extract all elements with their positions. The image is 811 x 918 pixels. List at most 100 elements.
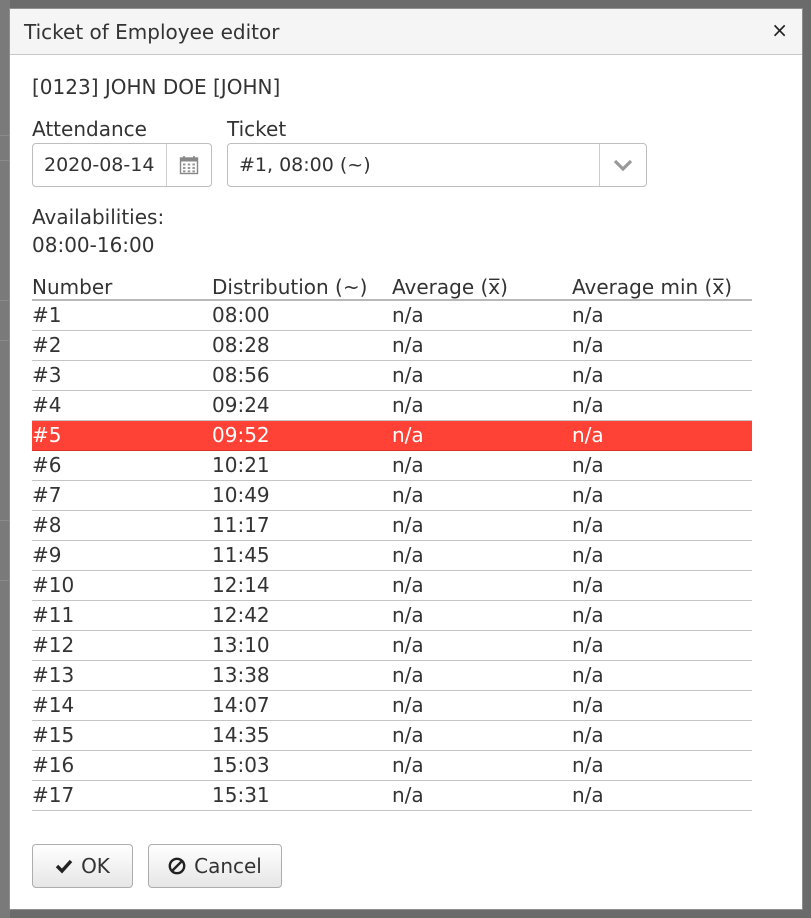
cell-distribution: 13:10: [212, 633, 270, 657]
cell-average-min: n/a: [572, 303, 604, 327]
dialog-header: Ticket of Employee editor ×: [10, 9, 802, 55]
table-row[interactable]: #4 09:24 n/a n/a: [32, 391, 752, 421]
cell-average: n/a: [392, 393, 424, 417]
table-row[interactable]: #14 14:07 n/a n/a: [32, 691, 752, 721]
cell-average-min: n/a: [572, 513, 604, 537]
cell-distribution: 09:52: [212, 423, 270, 447]
cell-distribution: 10:49: [212, 483, 270, 507]
ban-icon: [168, 857, 186, 875]
distribution-table: Number Distribution (~) Average (x̅) Ave…: [32, 273, 752, 811]
table-row[interactable]: #12 13:10 n/a n/a: [32, 631, 752, 661]
table-row[interactable]: #7 10:49 n/a n/a: [32, 481, 752, 511]
cell-average: n/a: [392, 513, 424, 537]
cell-distribution: 15:03: [212, 753, 270, 777]
cell-average-min: n/a: [572, 693, 604, 717]
cell-number: #10: [32, 573, 75, 597]
cell-average: n/a: [392, 363, 424, 387]
calendar-button[interactable]: [166, 144, 211, 186]
ticket-label: Ticket: [227, 117, 287, 141]
close-icon[interactable]: ×: [771, 18, 788, 42]
cell-distribution: 08:56: [212, 363, 270, 387]
cell-distribution: 13:38: [212, 663, 270, 687]
cell-average: n/a: [392, 633, 424, 657]
cell-number: #3: [32, 363, 62, 387]
cell-distribution: 14:35: [212, 723, 270, 747]
ok-button[interactable]: OK: [32, 844, 133, 888]
ticket-select[interactable]: #1, 08:00 (~): [227, 143, 647, 187]
cell-average-min: n/a: [572, 363, 604, 387]
cell-distribution: 14:07: [212, 693, 270, 717]
table-row[interactable]: #6 10:21 n/a n/a: [32, 451, 752, 481]
table-row-selected[interactable]: #5 09:52 n/a n/a: [32, 421, 752, 451]
cell-distribution: 08:28: [212, 333, 270, 357]
table-row[interactable]: #9 11:45 n/a n/a: [32, 541, 752, 571]
cell-distribution: 12:42: [212, 603, 270, 627]
header-number: Number: [32, 275, 113, 299]
cell-average-min: n/a: [572, 543, 604, 567]
dialog-title: Ticket of Employee editor: [24, 20, 280, 44]
cell-average: n/a: [392, 723, 424, 747]
cell-distribution: 10:21: [212, 453, 270, 477]
attendance-date-field[interactable]: 2020-08-14: [32, 143, 212, 187]
cell-average-min: n/a: [572, 333, 604, 357]
cancel-button-label: Cancel: [194, 854, 262, 878]
cell-average-min: n/a: [572, 603, 604, 627]
cancel-button[interactable]: Cancel: [148, 844, 282, 888]
table-row[interactable]: #15 14:35 n/a n/a: [32, 721, 752, 751]
cell-number: #5: [32, 423, 62, 447]
cell-average: n/a: [392, 753, 424, 777]
cell-number: #15: [32, 723, 75, 747]
ticket-dropdown-button[interactable]: [599, 144, 646, 186]
cell-number: #2: [32, 333, 62, 357]
cell-average: n/a: [392, 423, 424, 447]
table-row[interactable]: #17 15:31 n/a n/a: [32, 781, 752, 811]
cell-average: n/a: [392, 663, 424, 687]
cell-average: n/a: [392, 693, 424, 717]
cell-average-min: n/a: [572, 453, 604, 477]
cell-distribution: 15:31: [212, 783, 270, 807]
cell-number: #14: [32, 693, 75, 717]
table-row[interactable]: #11 12:42 n/a n/a: [32, 601, 752, 631]
cell-average: n/a: [392, 783, 424, 807]
cell-average-min: n/a: [572, 753, 604, 777]
cell-number: #9: [32, 543, 62, 567]
availabilities-value: 08:00-16:00: [32, 233, 155, 257]
table-body: #1 08:00 n/a n/a #2 08:28 n/a n/a #3 08:56 n/a n/a #…: [32, 301, 752, 811]
table-row[interactable]: #8 11:17 n/a n/a: [32, 511, 752, 541]
cell-average-min: n/a: [572, 783, 604, 807]
cell-average: n/a: [392, 543, 424, 567]
table-header: Number Distribution (~) Average (x̅) Ave…: [32, 273, 752, 301]
table-row[interactable]: #1 08:00 n/a n/a: [32, 301, 752, 331]
attendance-date-value[interactable]: 2020-08-14: [44, 154, 154, 176]
table-row[interactable]: #16 15:03 n/a n/a: [32, 751, 752, 781]
table-row[interactable]: #2 08:28 n/a n/a: [32, 331, 752, 361]
header-average-min: Average min (x̅): [572, 275, 732, 299]
cell-average-min: n/a: [572, 573, 604, 597]
cell-number: #12: [32, 633, 75, 657]
chevron-down-icon: [613, 159, 633, 172]
checkmark-icon: [55, 859, 73, 874]
cell-number: #6: [32, 453, 62, 477]
ticket-selected-value[interactable]: #1, 08:00 (~): [239, 154, 371, 176]
table-row[interactable]: #3 08:56 n/a n/a: [32, 361, 752, 391]
cell-distribution: 08:00: [212, 303, 270, 327]
cell-number: #13: [32, 663, 75, 687]
cell-average: n/a: [392, 333, 424, 357]
cell-number: #17: [32, 783, 75, 807]
cell-average-min: n/a: [572, 483, 604, 507]
table-row[interactable]: #13 13:38 n/a n/a: [32, 661, 752, 691]
cell-average: n/a: [392, 303, 424, 327]
cell-number: #7: [32, 483, 62, 507]
cell-distribution: 11:17: [212, 513, 270, 537]
header-distribution: Distribution (~): [212, 275, 368, 299]
cell-average: n/a: [392, 483, 424, 507]
cell-average-min: n/a: [572, 633, 604, 657]
cell-number: #1: [32, 303, 62, 327]
ticket-editor-dialog: Ticket of Employee editor × [0123] JOHN …: [9, 8, 803, 910]
cell-average: n/a: [392, 453, 424, 477]
cell-average: n/a: [392, 573, 424, 597]
cell-distribution: 11:45: [212, 543, 270, 567]
cell-average-min: n/a: [572, 723, 604, 747]
table-row[interactable]: #10 12:14 n/a n/a: [32, 571, 752, 601]
attendance-label: Attendance: [32, 117, 147, 141]
